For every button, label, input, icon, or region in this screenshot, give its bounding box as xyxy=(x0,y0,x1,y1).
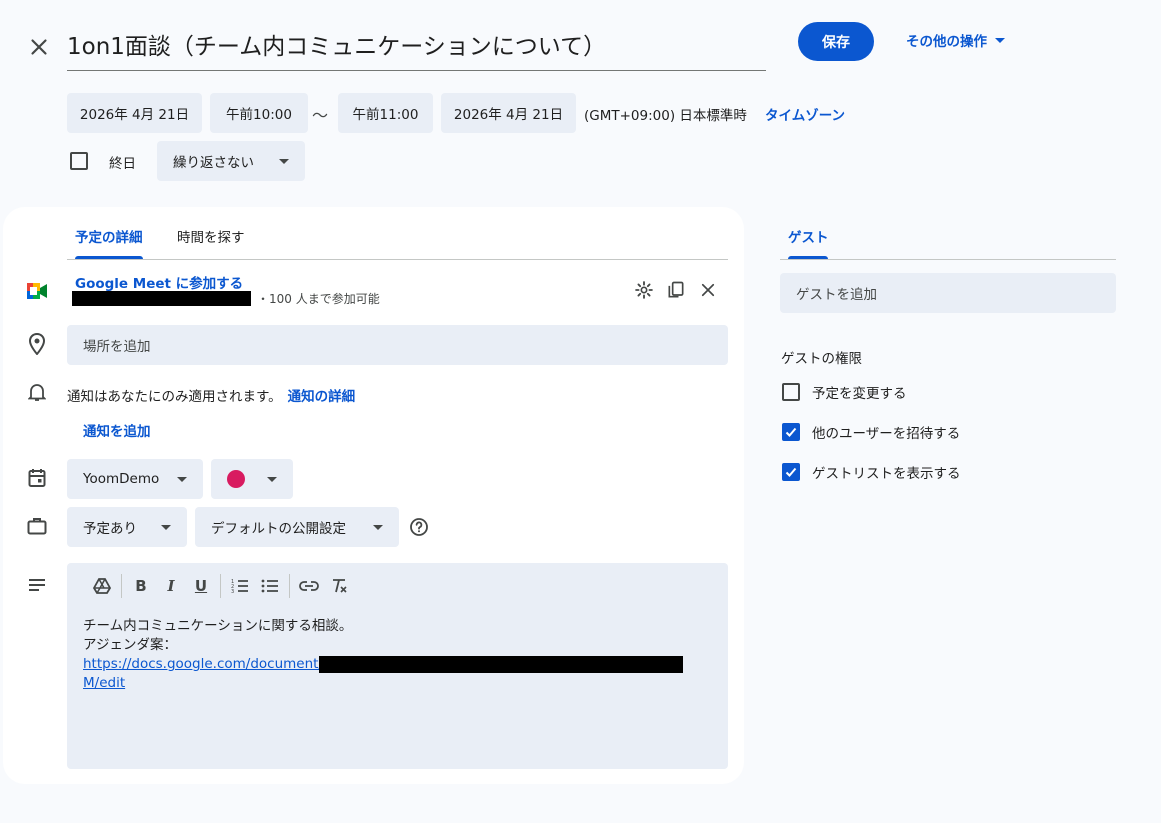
tab-guests[interactable]: ゲスト xyxy=(788,226,829,246)
briefcase-icon xyxy=(25,514,49,538)
description-icon xyxy=(25,573,49,597)
permission-invite-others[interactable]: 他のユーザーを招待する xyxy=(782,422,960,442)
repeat-value: 繰り返さない xyxy=(173,155,254,171)
end-date-button[interactable]: 2026年 4月 21日 xyxy=(441,93,576,133)
permission-modify-event[interactable]: 予定を変更する xyxy=(782,382,907,402)
start-date-button[interactable]: 2026年 4月 21日 xyxy=(67,93,202,133)
caret-down-icon xyxy=(161,524,171,530)
guests-divider xyxy=(780,259,1116,260)
see-guest-list-checkbox[interactable] xyxy=(782,463,800,481)
toolbar-separator xyxy=(220,574,221,598)
description-text: チーム内コミュニケーションに関する相談。 アジェンダ案： https://doc… xyxy=(83,617,703,693)
description-line: チーム内コミュニケーションに関する相談。 xyxy=(83,618,353,634)
permission-see-guest-list[interactable]: ゲストリストを表示する xyxy=(782,462,961,482)
guest-permissions-title: ゲストの権限 xyxy=(781,351,862,367)
google-drive-icon[interactable] xyxy=(87,571,117,601)
gear-icon[interactable] xyxy=(632,278,656,302)
all-day-checkbox[interactable] xyxy=(70,152,88,170)
toolbar-separator xyxy=(289,574,290,598)
close-icon[interactable] xyxy=(26,34,52,60)
notification-info: 通知はあなたにのみ適用されます。 通知の詳細 xyxy=(67,385,355,405)
caret-down-icon xyxy=(995,37,1005,43)
add-guest-input[interactable]: ゲストを追加 xyxy=(780,273,1116,313)
toolbar-separator xyxy=(121,574,122,598)
redacted-document-id xyxy=(319,656,683,673)
redacted-meet-url xyxy=(72,291,251,306)
numbered-list-icon[interactable]: 123 xyxy=(225,571,255,601)
bulleted-list-icon[interactable] xyxy=(255,571,285,601)
timezone-text: (GMT+09:00) 日本標準時 xyxy=(584,108,747,124)
description-editor[interactable]: B I U 123 チーム内コミュニケーションに関する相談。 アジェンダ案： h… xyxy=(67,563,728,769)
permission-label: 他のユーザーを招待する xyxy=(812,426,961,442)
location-input[interactable]: 場所を追加 xyxy=(67,325,728,365)
checkmark-icon xyxy=(785,427,797,437)
time-separator: ～ xyxy=(312,106,329,125)
availability-dropdown[interactable]: 予定あり xyxy=(67,507,187,547)
document-link-suffix[interactable]: M/edit xyxy=(83,675,125,691)
underline-icon[interactable]: U xyxy=(186,571,216,601)
all-day-label: 終日 xyxy=(109,156,136,172)
more-actions-button[interactable]: その他の操作 xyxy=(906,30,1005,50)
invite-others-checkbox[interactable] xyxy=(782,423,800,441)
italic-icon[interactable]: I xyxy=(156,571,186,601)
modify-event-checkbox[interactable] xyxy=(782,383,800,401)
location-pin-icon xyxy=(25,332,49,356)
permission-label: 予定を変更する xyxy=(812,386,907,402)
link-icon[interactable] xyxy=(294,571,324,601)
tab-find-time[interactable]: 時間を探す xyxy=(177,226,245,246)
notification-details-link[interactable]: 通知の詳細 xyxy=(288,389,356,405)
caret-down-icon xyxy=(279,158,289,164)
more-actions-label: その他の操作 xyxy=(906,34,987,50)
document-link[interactable]: https://docs.google.com/document/d/ xyxy=(83,656,336,672)
start-time-button[interactable]: 午前10:00 xyxy=(210,93,308,133)
bold-icon[interactable]: B xyxy=(126,571,156,601)
clear-formatting-icon[interactable] xyxy=(324,571,354,601)
close-icon[interactable] xyxy=(696,278,720,302)
tab-event-details[interactable]: 予定の詳細 xyxy=(75,226,143,246)
checkmark-icon xyxy=(785,467,797,477)
add-notification-button[interactable]: 通知を追加 xyxy=(83,420,151,440)
help-icon[interactable] xyxy=(407,515,431,539)
tabs-divider xyxy=(67,259,728,260)
permission-label: ゲストリストを表示する xyxy=(812,466,961,482)
event-title: 1on1面談（チーム内コミュニケーションについて） xyxy=(67,34,607,60)
google-meet-icon xyxy=(25,279,49,303)
copy-icon[interactable] xyxy=(664,278,688,302)
calendar-icon xyxy=(25,466,49,490)
event-title-input[interactable]: 1on1面談（チーム内コミュニケーションについて） xyxy=(67,26,766,71)
calendar-name: YoomDemo xyxy=(83,471,160,487)
repeat-dropdown[interactable]: 繰り返さない xyxy=(157,141,305,181)
visibility-dropdown[interactable]: デフォルトの公開設定 xyxy=(195,507,399,547)
description-line: アジェンダ案： xyxy=(83,637,177,653)
save-button[interactable]: 保存 xyxy=(798,22,874,61)
formatting-toolbar: B I U 123 xyxy=(87,571,354,601)
event-color-swatch xyxy=(227,470,245,488)
meet-capacity-text: ・100 人まで参加可能 xyxy=(257,292,380,306)
event-color-dropdown[interactable] xyxy=(211,459,293,499)
notification-info-text: 通知はあなたにのみ適用されます。 xyxy=(67,389,282,405)
calendar-dropdown[interactable]: YoomDemo xyxy=(67,459,203,499)
svg-text:3: 3 xyxy=(231,589,234,594)
end-time-button[interactable]: 午前11:00 xyxy=(338,93,433,133)
join-google-meet-link[interactable]: Google Meet に参加する xyxy=(75,272,243,292)
bell-icon xyxy=(25,380,49,404)
availability-value: 予定あり xyxy=(83,521,137,537)
timezone-link[interactable]: タイムゾーン xyxy=(765,104,845,124)
caret-down-icon xyxy=(267,476,277,482)
caret-down-icon xyxy=(177,476,187,482)
visibility-value: デフォルトの公開設定 xyxy=(211,521,346,537)
caret-down-icon xyxy=(373,524,383,530)
